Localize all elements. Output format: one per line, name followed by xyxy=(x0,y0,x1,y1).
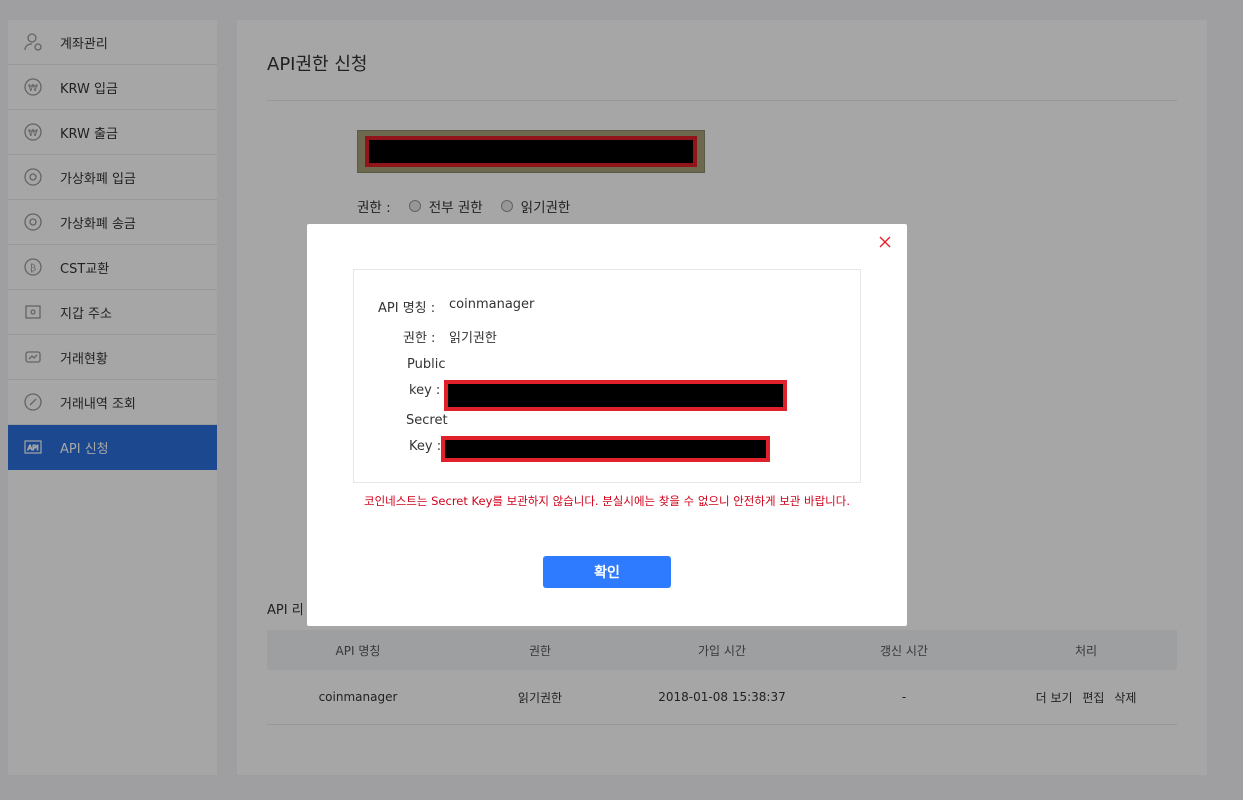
public-key-redacted xyxy=(444,380,787,411)
permission-label: 권한 : xyxy=(403,331,436,346)
api-info-box: API 명칭 : coinmanager 권한 : 읽기권한 Public ke… xyxy=(353,269,861,483)
permission-value: 읽기권한 xyxy=(449,331,497,346)
public-key-label-suffix: key : xyxy=(409,383,441,398)
api-key-modal: API 명칭 : coinmanager 권한 : 읽기권한 Public ke… xyxy=(307,224,907,626)
api-name-label: API 명칭 : xyxy=(378,301,436,316)
warning-text: 코인네스트는 Secret Key를 보관하지 않습니다. 분실시에는 찾을 수… xyxy=(363,494,850,508)
public-key-label: Public xyxy=(407,357,446,372)
secret-key-label-suffix: Key : xyxy=(409,439,442,454)
secret-key-redacted xyxy=(441,436,770,462)
secret-key-label: Secret xyxy=(406,413,448,428)
confirm-button[interactable]: 확인 xyxy=(543,556,671,588)
close-icon[interactable] xyxy=(877,234,893,250)
api-name-value: coinmanager xyxy=(449,297,535,312)
